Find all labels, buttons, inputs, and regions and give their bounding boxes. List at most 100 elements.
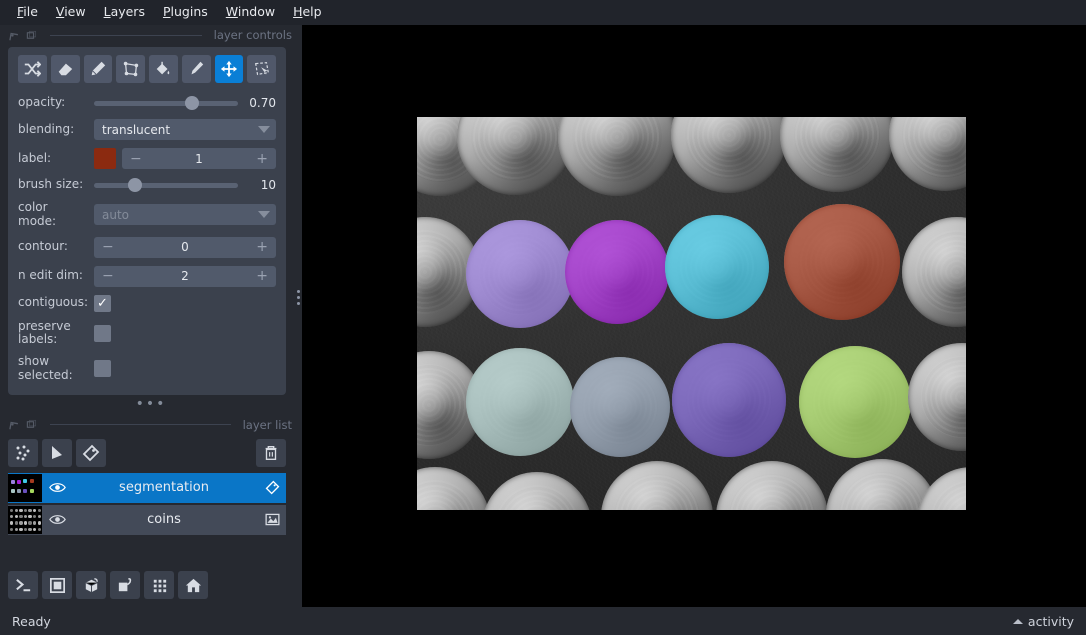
thumbnail-dot <box>17 479 21 484</box>
blending-combobox[interactable]: translucent <box>94 119 276 140</box>
menu-view-label: iew <box>64 4 86 20</box>
undock-icon[interactable] <box>25 29 38 42</box>
menu-layers[interactable]: Layers <box>95 3 154 22</box>
shuffle-colors-icon[interactable] <box>18 55 47 83</box>
contour-decrement-button[interactable]: − <box>102 240 114 254</box>
layer-row-coins[interactable]: coins <box>8 504 286 535</box>
undock-icon[interactable] <box>25 418 38 431</box>
coin-10 <box>784 204 900 320</box>
label-decrement-button[interactable]: − <box>130 152 142 166</box>
brush-size-slider-handle[interactable] <box>127 178 142 192</box>
thumbnail-dot <box>37 521 41 525</box>
n-edit-dim-decrement-button[interactable]: − <box>102 269 114 283</box>
contour-label: contour: <box>18 239 68 254</box>
menu-view[interactable]: View <box>47 3 95 22</box>
brush-size-slider[interactable] <box>94 177 238 193</box>
menu-file-label: ile <box>23 4 38 20</box>
preserve-labels-label: preserve labels: <box>18 318 71 347</box>
coin-label-tint <box>665 215 769 319</box>
left-dock-panel: layer controls opacity: 0.70 blending: t… <box>0 25 302 607</box>
contiguous-checkbox[interactable]: ✓ <box>94 294 111 312</box>
paintbrush-icon[interactable] <box>83 55 113 83</box>
show-selected-checkbox[interactable]: ✓ <box>94 360 111 378</box>
thumbnail-dot <box>19 527 23 532</box>
contour-increment-button[interactable]: + <box>256 240 268 254</box>
labels-tag-icon[interactable] <box>76 438 106 467</box>
thumbnail-dot <box>30 478 34 483</box>
shapes-icon[interactable] <box>42 438 72 467</box>
thumbnail-dot <box>14 527 18 532</box>
terminal-icon[interactable] <box>8 571 38 599</box>
layer-controls-panel: opacity: 0.70 blending: translucent labe… <box>8 47 286 395</box>
menu-file[interactable]: File <box>8 3 47 22</box>
transform-icon[interactable] <box>247 55 276 83</box>
fill-bucket-icon[interactable] <box>149 55 178 83</box>
thumbnail-dot <box>19 515 23 519</box>
label-value: 1 <box>195 151 203 166</box>
layer-rows: segmentation coins <box>0 472 302 537</box>
menu-help[interactable]: Help <box>284 3 331 22</box>
dock-resize-handle[interactable]: ••• <box>0 397 302 413</box>
viewer-canvas[interactable] <box>302 25 1086 607</box>
square-icon[interactable] <box>42 571 72 599</box>
viewer-buttons <box>0 571 302 607</box>
thumbnail-dot <box>17 488 21 493</box>
thumbnail-dot <box>30 488 34 493</box>
thumbnail-dot <box>28 527 32 532</box>
thumbnail-dot <box>10 521 14 525</box>
opacity-slider[interactable] <box>94 95 238 111</box>
titlebar-divider <box>50 424 231 426</box>
points-icon[interactable] <box>8 438 38 467</box>
caret-up-icon <box>1012 618 1023 624</box>
label-spinbox[interactable]: − 1 + <box>122 148 276 169</box>
label-color-swatch[interactable] <box>94 148 116 169</box>
trash-icon[interactable] <box>256 438 286 467</box>
layer-name-coins: coins <box>147 512 181 528</box>
cube-icon[interactable] <box>76 571 106 599</box>
thumbnail-dot <box>14 515 18 519</box>
layer-visibility-toggle-coins[interactable] <box>44 513 70 526</box>
float-dock-icon[interactable] <box>6 29 19 42</box>
preserve-labels-checkbox[interactable]: ✓ <box>94 324 111 342</box>
menu-plugins-label: lugins <box>170 4 208 20</box>
home-icon[interactable] <box>178 571 208 599</box>
n-edit-dim-increment-button[interactable]: + <box>256 269 268 283</box>
contour-spinbox[interactable]: − 0 + <box>94 236 276 258</box>
layer-name-segmentation: segmentation <box>119 480 209 496</box>
color-mode-combobox[interactable]: auto <box>94 204 276 226</box>
label-increment-button[interactable]: + <box>256 152 268 166</box>
layer-row-segmentation[interactable]: segmentation <box>8 472 286 503</box>
polygon-icon[interactable] <box>116 55 145 83</box>
thumbnail-dot <box>23 515 28 519</box>
splitter-grip[interactable] <box>294 290 302 305</box>
thumbnail-dot <box>37 508 41 513</box>
layer-list-titlebar: layer list <box>0 415 302 435</box>
opacity-slider-handle[interactable] <box>185 96 199 110</box>
menu-window-mnemonic: W <box>225 4 238 20</box>
thumbnail-dot <box>28 521 32 525</box>
opacity-slider-row: 0.70 <box>94 95 276 111</box>
thumbnail-dot <box>23 478 27 483</box>
thumbnail-dot <box>23 488 27 493</box>
color-picker-icon[interactable] <box>181 55 211 83</box>
layer-visibility-toggle-segmentation[interactable] <box>44 481 70 494</box>
activity-label: activity <box>1027 613 1074 629</box>
thumbnail-dot <box>10 527 14 532</box>
activity-button[interactable]: activity <box>1012 613 1074 629</box>
grid-icon[interactable] <box>144 571 174 599</box>
eraser-icon[interactable] <box>50 55 80 83</box>
thumbnail-dot <box>28 508 32 513</box>
menu-plugins[interactable]: Plugins <box>154 3 217 22</box>
menu-window[interactable]: Window <box>217 3 284 22</box>
titlebar-divider <box>50 34 202 36</box>
pan-zoom-icon[interactable] <box>214 55 244 83</box>
blending-value: translucent <box>102 122 171 137</box>
float-dock-icon[interactable] <box>6 418 19 431</box>
opacity-label: opacity: <box>18 95 66 110</box>
label-row: − 1 + <box>94 148 276 169</box>
roll-icon[interactable] <box>110 571 140 599</box>
coin-13 <box>466 348 574 456</box>
n-edit-dim-spinbox[interactable]: − 2 + <box>94 265 276 287</box>
thumbnail-dot <box>28 515 32 519</box>
coin-16 <box>799 346 911 458</box>
